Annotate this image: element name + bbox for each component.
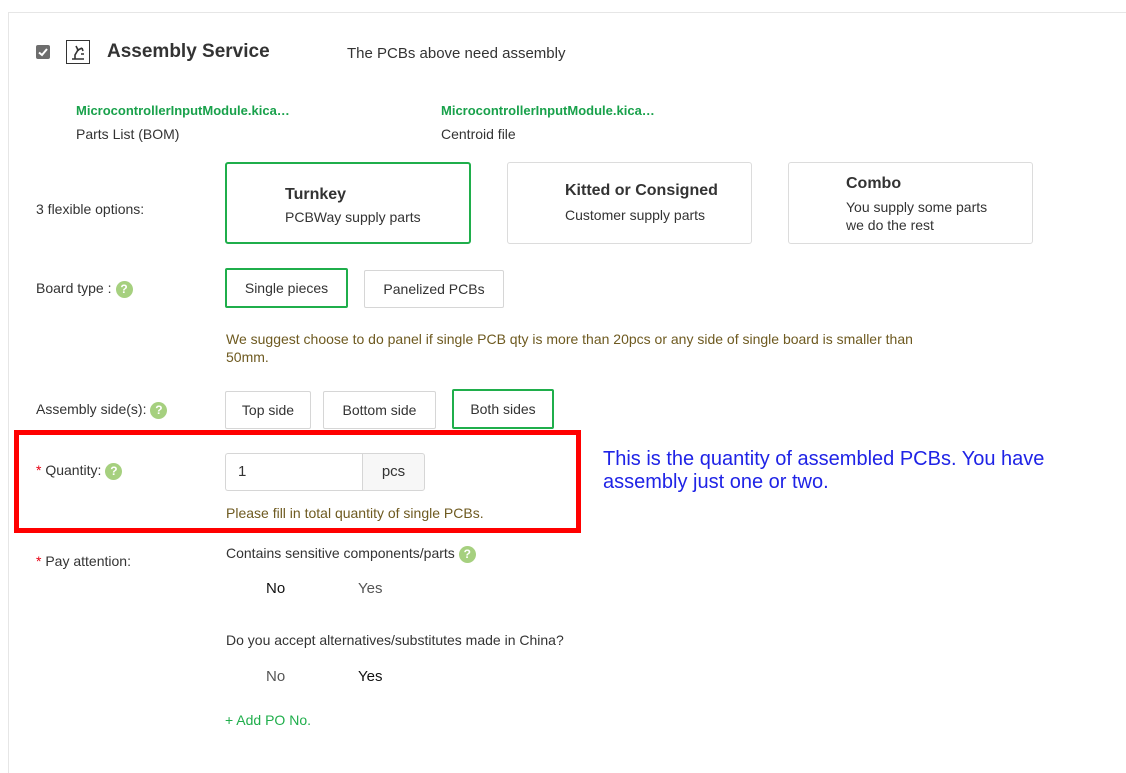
board-type-label-text: Board type : <box>36 280 112 296</box>
annotation-line-1: This is the quantity of assembled PCBs. … <box>603 448 1045 470</box>
alternatives-yes-option[interactable]: Yes <box>358 668 382 685</box>
options-label: 3 flexible options: <box>36 201 145 217</box>
pay-attention-label-text: Pay attention: <box>45 553 131 569</box>
option-combo-desc-2: we do the rest <box>846 217 934 233</box>
annotation-line-2: assembly just one or two. <box>603 471 829 493</box>
bom-file-label: Parts List (BOM) <box>76 126 180 142</box>
option-kitted-title: Kitted or Consigned <box>565 182 718 199</box>
assembly-side-help-icon[interactable]: ? <box>150 401 168 419</box>
pay-attention-label: * Pay attention: <box>36 553 131 569</box>
pay-attention-required-mark: * <box>36 553 42 569</box>
board-type-label: Board type :? <box>36 280 133 298</box>
add-po-link[interactable]: + Add PO No. <box>225 712 311 728</box>
centroid-file-link[interactable]: MicrocontrollerInputModule.kica… <box>441 103 655 118</box>
sensitive-no-option[interactable]: No <box>266 580 285 597</box>
sensitive-components-help-icon[interactable]: ? <box>458 545 476 563</box>
assembly-side-label: Assembly side(s):? <box>36 401 168 419</box>
board-type-hint-2: 50mm. <box>226 349 269 365</box>
board-type-hint-1: We suggest choose to do panel if single … <box>226 331 913 347</box>
option-turnkey[interactable]: Turnkey PCBWay supply parts <box>225 162 471 244</box>
section-title: Assembly Service <box>107 41 270 62</box>
centroid-file-label: Centroid file <box>441 126 516 142</box>
board-type-panelized[interactable]: Panelized PCBs <box>364 270 504 308</box>
sensitive-components-text: Contains sensitive components/parts <box>226 545 455 561</box>
side-both[interactable]: Both sides <box>452 389 554 429</box>
side-bottom[interactable]: Bottom side <box>323 391 436 429</box>
assembly-side-label-text: Assembly side(s): <box>36 401 147 417</box>
section-subtitle: The PCBs above need assembly <box>347 45 566 62</box>
quantity-annotation: This is the quantity of assembled PCBs. … <box>603 448 1126 494</box>
alternatives-question: Do you accept alternatives/substitutes m… <box>226 632 564 648</box>
checkmark-icon <box>38 48 48 57</box>
option-turnkey-desc: PCBWay supply parts <box>285 209 421 225</box>
board-type-single[interactable]: Single pieces <box>225 268 348 308</box>
option-combo[interactable]: Combo You supply some parts we do the re… <box>788 162 1033 244</box>
board-type-help-icon[interactable]: ? <box>115 280 133 298</box>
assembly-service-checkbox[interactable] <box>36 45 50 59</box>
quantity-highlight-box <box>14 430 581 533</box>
option-kitted[interactable]: Kitted or Consigned Customer supply part… <box>507 162 752 244</box>
option-turnkey-title: Turnkey <box>285 186 347 203</box>
side-top[interactable]: Top side <box>225 391 311 429</box>
bom-file-link[interactable]: MicrocontrollerInputModule.kica… <box>76 103 290 118</box>
option-combo-desc-1: You supply some parts <box>846 199 988 215</box>
alternatives-no-option[interactable]: No <box>266 668 285 685</box>
sensitive-components-question: Contains sensitive components/parts? <box>226 545 476 563</box>
option-kitted-desc: Customer supply parts <box>565 207 706 223</box>
assembly-robot-icon <box>66 40 90 64</box>
option-combo-title: Combo <box>846 175 902 192</box>
sensitive-yes-option[interactable]: Yes <box>358 580 382 597</box>
